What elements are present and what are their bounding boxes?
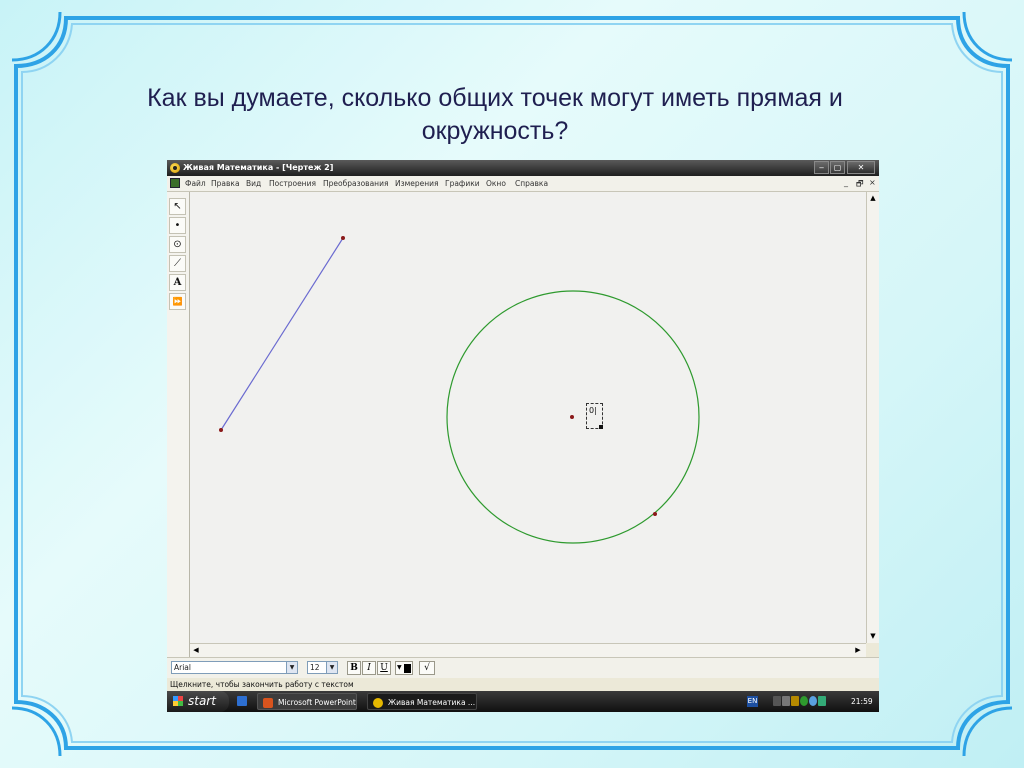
taskbar-geometry-label: Живая Математика ... <box>388 698 476 707</box>
sketch-drawing <box>219 236 700 544</box>
close-button[interactable]: ✕ <box>847 161 875 174</box>
italic-button[interactable]: I <box>362 661 376 675</box>
menu-construct[interactable]: Построения <box>269 179 316 188</box>
underline-button[interactable]: U <box>377 661 391 675</box>
arrow-select-tool[interactable]: ↖ <box>169 198 186 215</box>
menu-transform[interactable]: Преобразования <box>323 179 388 188</box>
taskbar-powerpoint-button[interactable]: Microsoft PowerPoint ... <box>257 693 357 710</box>
chevron-down-icon[interactable]: ▼ <box>326 662 337 673</box>
slide-title: Как вы думаете, сколько общих точек могу… <box>147 84 843 145</box>
segment-endpoint-a[interactable] <box>219 428 223 432</box>
label-resize-handle[interactable] <box>599 425 603 429</box>
menu-graph[interactable]: Графики <box>445 179 480 188</box>
segment-endpoint-b[interactable] <box>341 236 345 240</box>
font-size-select[interactable]: 12 ▼ <box>307 661 338 674</box>
compass-tool[interactable]: ⊙ <box>169 236 186 253</box>
menu-view[interactable]: Вид <box>246 179 261 188</box>
text-color-button[interactable]: ▼ <box>395 661 413 675</box>
quicklaunch-icon[interactable] <box>237 696 247 706</box>
document-icon[interactable] <box>170 178 180 188</box>
font-size-value: 12 <box>310 663 320 672</box>
menu-measure[interactable]: Измерения <box>395 179 439 188</box>
powerpoint-icon <box>263 698 273 708</box>
sketch-canvas[interactable]: 0| <box>190 192 866 643</box>
font-family-value: Arial <box>174 663 191 672</box>
start-button[interactable]: start <box>167 691 229 712</box>
label-text: 0| <box>589 406 597 415</box>
line-segment[interactable] <box>220 237 344 431</box>
text-format-bar: Arial ▼ 12 ▼ B I U ▼ √ <box>167 657 879 678</box>
window-title: Живая Математика - [Чертеж 2] <box>183 163 334 172</box>
doc-close-button[interactable]: × <box>869 178 876 187</box>
menu-edit[interactable]: Правка <box>211 179 240 188</box>
color-swatch <box>404 664 411 673</box>
scroll-left-arrow-icon[interactable]: ◀ <box>190 644 202 656</box>
geometry-app-icon <box>373 698 383 708</box>
window-titlebar[interactable]: Живая Математика - [Чертеж 2] ‒ ▢ ✕ <box>167 160 879 176</box>
circle-radius-point[interactable] <box>653 512 657 516</box>
scroll-down-arrow-icon[interactable]: ▼ <box>867 630 879 642</box>
scroll-up-arrow-icon[interactable]: ▲ <box>867 192 879 204</box>
bold-button[interactable]: B <box>347 661 361 675</box>
tray-security-icon[interactable] <box>800 696 808 706</box>
toolbox: ↖ • ⊙ ⟋ A ⏩ <box>167 192 190 657</box>
status-bar: Щелкните, чтобы закончить работу с текст… <box>167 679 879 691</box>
chevron-down-icon: ▼ <box>397 664 402 671</box>
circle-center-point[interactable] <box>570 415 574 419</box>
doc-minimize-button[interactable]: _ <box>844 178 848 187</box>
app-logo-icon <box>170 163 180 173</box>
point-tool[interactable]: • <box>169 217 186 234</box>
math-format-button[interactable]: √ <box>419 661 435 675</box>
tray-messenger-icon[interactable] <box>809 696 817 706</box>
horizontal-scrollbar[interactable]: ◀ ▶ <box>190 643 866 657</box>
app-window: Живая Математика - [Чертеж 2] ‒ ▢ ✕ Файл… <box>167 160 879 712</box>
tray-network-icon[interactable] <box>773 696 781 706</box>
os-taskbar: start Microsoft PowerPoint ... Живая Мат… <box>167 691 879 712</box>
taskbar-powerpoint-label: Microsoft PowerPoint ... <box>278 698 357 707</box>
minimize-button[interactable]: ‒ <box>814 161 829 174</box>
windows-logo-icon <box>173 696 183 706</box>
chevron-down-icon[interactable]: ▼ <box>286 662 297 673</box>
text-label-editing[interactable]: 0| <box>586 403 603 429</box>
tray-app-icon[interactable] <box>791 696 799 706</box>
menu-help[interactable]: Справка <box>515 179 548 188</box>
font-family-select[interactable]: Arial ▼ <box>171 661 298 674</box>
tray-volume-icon[interactable] <box>818 696 826 706</box>
maximize-button[interactable]: ▢ <box>830 161 845 174</box>
custom-tool[interactable]: ⏩ <box>169 293 186 310</box>
language-indicator[interactable]: EN <box>747 696 758 707</box>
doc-restore-button[interactable]: 🗗 <box>856 178 864 192</box>
taskbar-geometry-button[interactable]: Живая Математика ... <box>367 693 477 710</box>
menu-file[interactable]: Файл <box>185 179 206 188</box>
straightedge-tool[interactable]: ⟋ <box>169 255 186 272</box>
menu-bar: Файл Правка Вид Построения Преобразовани… <box>167 176 879 192</box>
text-tool[interactable]: A <box>169 274 186 291</box>
vertical-scrollbar[interactable]: ▲ ▼ <box>866 192 879 643</box>
taskbar-clock: 21:59 <box>851 697 873 706</box>
menu-window[interactable]: Окно <box>486 179 506 188</box>
tray-display-icon[interactable] <box>782 696 790 706</box>
start-label: start <box>188 694 216 708</box>
scroll-right-arrow-icon[interactable]: ▶ <box>852 644 864 656</box>
